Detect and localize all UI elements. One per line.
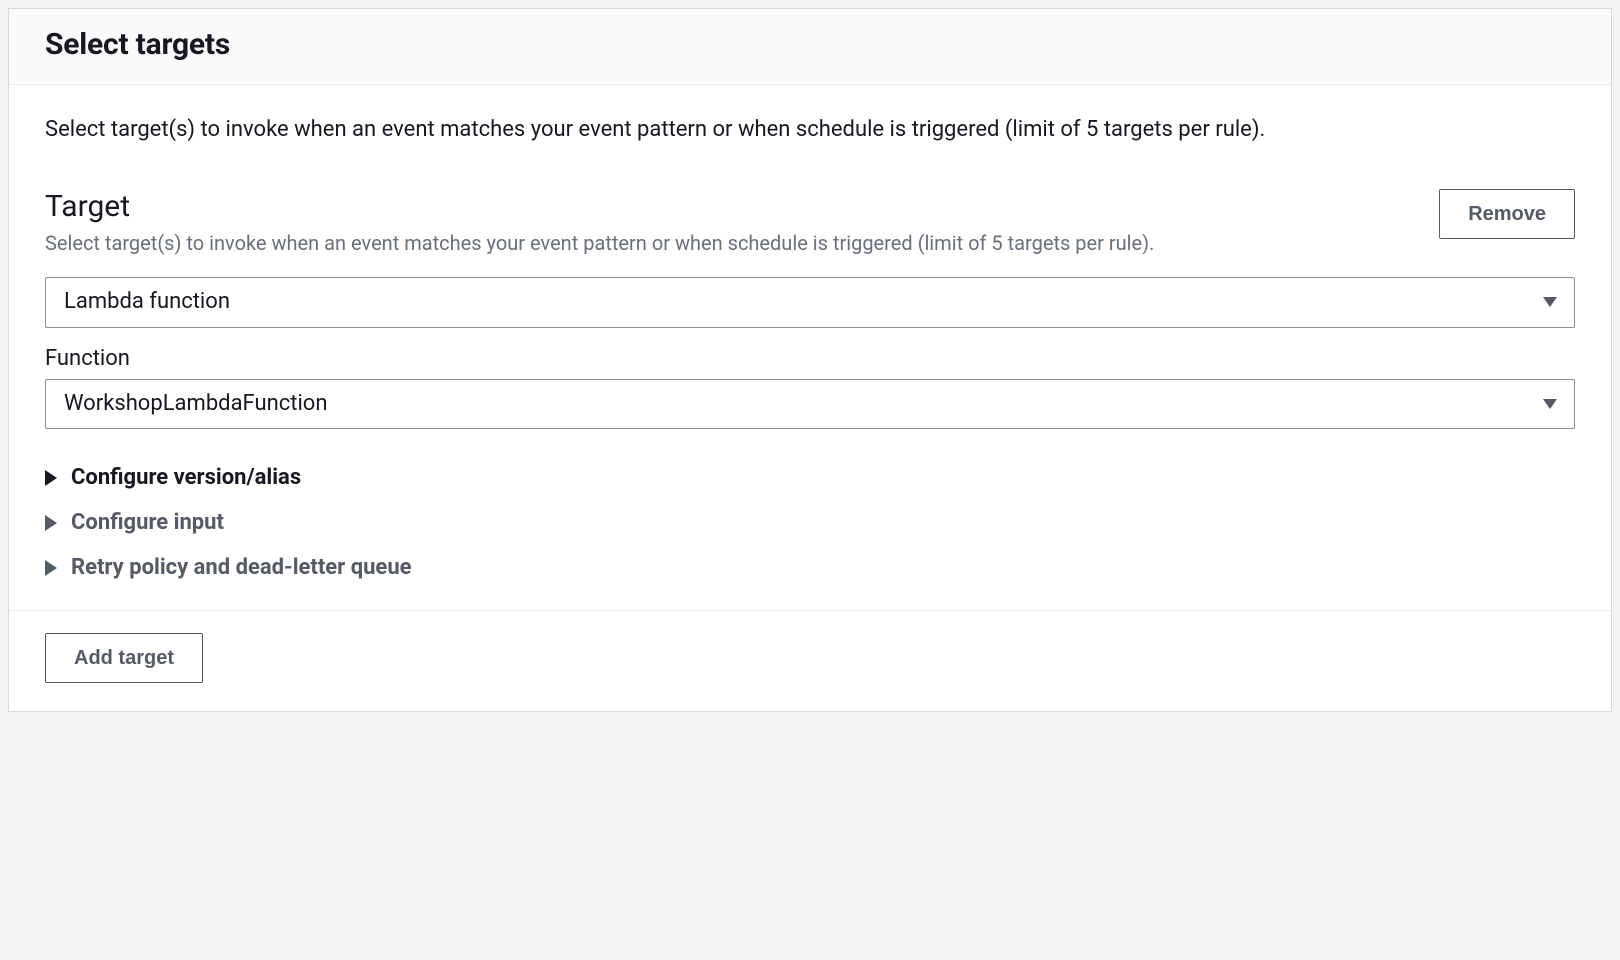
page-root: Select targets Select target(s) to invok… xyxy=(0,0,1620,720)
triangle-right-icon xyxy=(45,560,57,576)
function-label: Function xyxy=(45,346,1575,371)
expanders-group: Configure version/alias Configure input … xyxy=(45,455,1575,590)
expander-label: Configure input xyxy=(71,510,224,535)
expander-label: Configure version/alias xyxy=(71,465,301,490)
target-description: Select target(s) to invoke when an event… xyxy=(45,227,1195,259)
remove-button[interactable]: Remove xyxy=(1439,189,1575,239)
expander-label: Retry policy and dead-letter queue xyxy=(71,555,412,580)
add-target-button[interactable]: Add target xyxy=(45,633,203,683)
expander-configure-version-alias[interactable]: Configure version/alias xyxy=(45,455,1575,500)
add-target-row: Add target xyxy=(45,633,1575,691)
function-select-value: WorkshopLambdaFunction xyxy=(45,379,1575,430)
panel-header: Select targets xyxy=(9,9,1611,85)
panel-body: Select target(s) to invoke when an event… xyxy=(9,85,1611,711)
target-title: Target xyxy=(45,189,1195,225)
target-type-field: Lambda function xyxy=(45,277,1575,328)
target-type-select-value: Lambda function xyxy=(45,277,1575,328)
triangle-right-icon xyxy=(45,470,57,486)
target-type-select[interactable]: Lambda function xyxy=(45,277,1575,328)
target-header-text: Target Select target(s) to invoke when a… xyxy=(45,189,1195,259)
function-field: Function WorkshopLambdaFunction xyxy=(45,346,1575,430)
target-block: Target Select target(s) to invoke when a… xyxy=(45,189,1575,590)
panel-title: Select targets xyxy=(45,27,1575,62)
triangle-right-icon xyxy=(45,515,57,531)
function-select[interactable]: WorkshopLambdaFunction xyxy=(45,379,1575,430)
divider xyxy=(9,610,1611,611)
intro-text: Select target(s) to invoke when an event… xyxy=(45,113,1575,147)
select-targets-panel: Select targets Select target(s) to invok… xyxy=(8,8,1612,712)
expander-retry-policy-dlq[interactable]: Retry policy and dead-letter queue xyxy=(45,545,1575,590)
expander-configure-input[interactable]: Configure input xyxy=(45,500,1575,545)
target-header-row: Target Select target(s) to invoke when a… xyxy=(45,189,1575,259)
